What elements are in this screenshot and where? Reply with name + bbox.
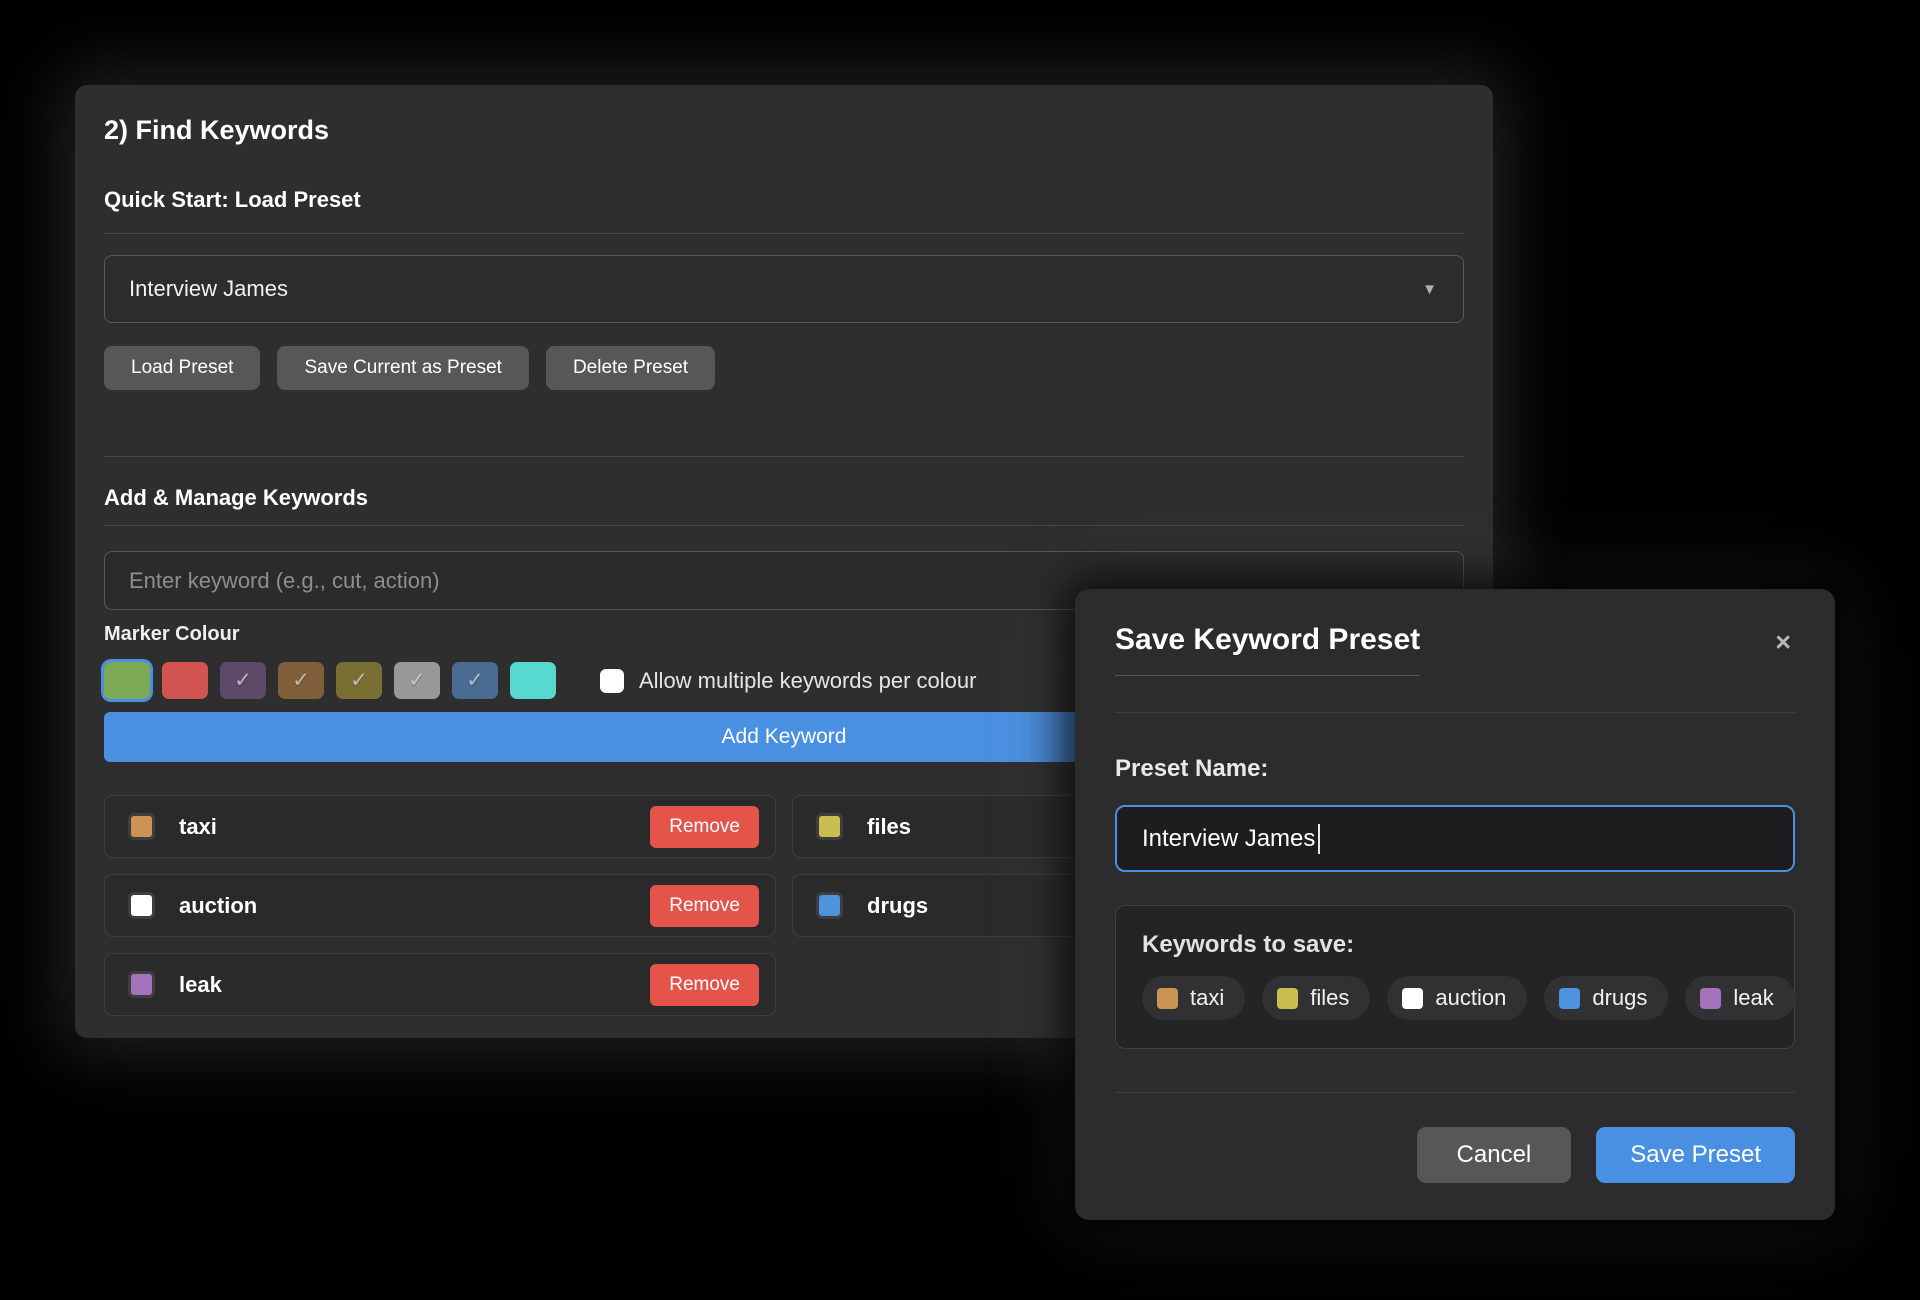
colour-swatches: ✓ ✓ ✓ ✓ ✓	[104, 662, 556, 699]
panel-title: 2) Find Keywords	[104, 114, 1464, 146]
preset-name-input[interactable]: Interview James	[1115, 805, 1795, 872]
keyword-colour-swatch	[128, 892, 155, 919]
colour-swatch-turquoise[interactable]	[510, 662, 556, 699]
colour-swatch-green[interactable]	[104, 662, 150, 699]
chip-colour-swatch	[1157, 988, 1178, 1009]
allow-multiple-label: Allow multiple keywords per colour	[639, 668, 976, 694]
keyword-label: auction	[179, 893, 257, 919]
keyword-colour-swatch	[816, 813, 843, 840]
keyword-colour-swatch	[128, 813, 155, 840]
allow-multiple-checkbox[interactable]	[600, 669, 624, 693]
check-icon: ✓	[350, 668, 368, 693]
chip-label: drugs	[1592, 985, 1647, 1011]
preset-select-value: Interview James	[129, 276, 288, 302]
chip-colour-swatch	[1700, 988, 1721, 1009]
keywords-to-save-heading: Keywords to save:	[1142, 930, 1768, 960]
keyword-label: files	[867, 814, 911, 840]
preset-name-value: Interview James	[1142, 825, 1315, 853]
keyword-row-auction: auction Remove	[104, 874, 776, 937]
keyword-colour-swatch	[816, 892, 843, 919]
colour-swatch-purple[interactable]: ✓	[220, 662, 266, 699]
chip-colour-swatch	[1559, 988, 1580, 1009]
chevron-down-icon: ▼	[1422, 281, 1437, 298]
check-icon: ✓	[408, 668, 426, 693]
cancel-button[interactable]: Cancel	[1417, 1127, 1572, 1183]
keyword-label: taxi	[179, 814, 217, 840]
text-cursor	[1318, 824, 1320, 854]
colour-swatch-brown[interactable]: ✓	[278, 662, 324, 699]
remove-keyword-button[interactable]: Remove	[650, 885, 759, 927]
keyword-row-leak: leak Remove	[104, 953, 776, 1016]
chip-label: files	[1310, 985, 1349, 1011]
check-icon: ✓	[234, 668, 252, 693]
keyword-chip-drugs: drugs	[1544, 976, 1668, 1020]
manage-keywords-heading: Add & Manage Keywords	[104, 485, 1464, 511]
divider	[104, 456, 1464, 457]
keyword-chips: taxifilesauctiondrugsleak	[1142, 976, 1768, 1020]
quick-start-heading: Quick Start: Load Preset	[104, 187, 1464, 213]
keywords-to-save-box: Keywords to save: taxi files auction drugs l…	[1115, 905, 1795, 1049]
check-icon: ✓	[292, 668, 310, 693]
chip-label: taxi	[1190, 985, 1224, 1011]
save-preset-button[interactable]: Save Preset	[1596, 1127, 1795, 1183]
colour-swatch-olive[interactable]: ✓	[336, 662, 382, 699]
close-icon[interactable]: ×	[1775, 629, 1791, 656]
keyword-chip-files: files	[1262, 976, 1370, 1020]
chip-colour-swatch	[1277, 988, 1298, 1009]
preset-actions: Load Preset Save Current as Preset Delet…	[104, 346, 1464, 390]
keyword-chip-leak: leak	[1685, 976, 1794, 1020]
load-preset-button[interactable]: Load Preset	[104, 346, 260, 390]
colour-swatch-steel-blue[interactable]: ✓	[452, 662, 498, 699]
chip-colour-swatch	[1402, 988, 1423, 1009]
remove-keyword-button[interactable]: Remove	[650, 964, 759, 1006]
chip-label: auction	[1435, 985, 1506, 1011]
chip-label: leak	[1733, 985, 1773, 1011]
keyword-colour-swatch	[128, 971, 155, 998]
remove-keyword-button[interactable]: Remove	[650, 806, 759, 848]
keyword-chip-auction: auction	[1387, 976, 1527, 1020]
keyword-row-taxi: taxi Remove	[104, 795, 776, 858]
divider	[1115, 712, 1795, 713]
divider	[1115, 1092, 1795, 1093]
divider	[104, 525, 1464, 526]
divider	[104, 233, 1464, 234]
keyword-label: leak	[179, 972, 222, 998]
colour-swatch-grey[interactable]: ✓	[394, 662, 440, 699]
save-current-as-preset-button[interactable]: Save Current as Preset	[277, 346, 528, 390]
delete-preset-button[interactable]: Delete Preset	[546, 346, 715, 390]
colour-swatch-red[interactable]	[162, 662, 208, 699]
save-keyword-preset-modal: Save Keyword Preset × Preset Name: Inter…	[1075, 589, 1835, 1220]
modal-footer: Cancel Save Preset	[1115, 1127, 1795, 1183]
keyword-chip-taxi: taxi	[1142, 976, 1245, 1020]
modal-title: Save Keyword Preset	[1115, 622, 1420, 676]
preset-name-label: Preset Name:	[1115, 754, 1795, 783]
check-icon: ✓	[466, 668, 484, 693]
keyword-label: drugs	[867, 893, 928, 919]
preset-select[interactable]: Interview James ▼	[104, 255, 1464, 323]
